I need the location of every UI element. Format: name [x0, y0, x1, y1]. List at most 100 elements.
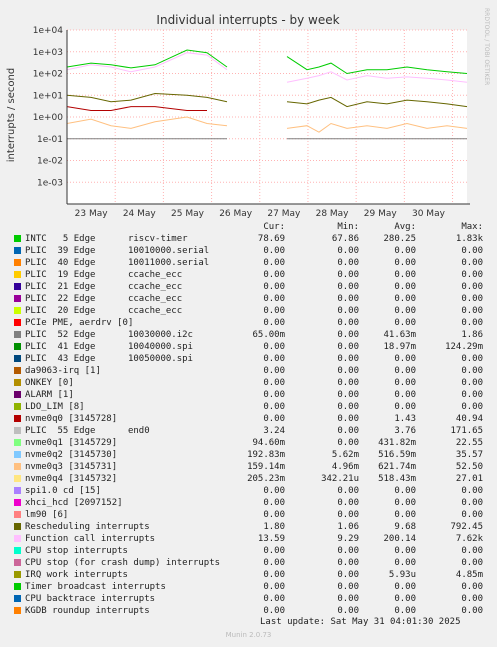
legend-max: 27.01 — [455, 474, 483, 484]
legend-cur: 65.00m — [252, 330, 285, 340]
legend-swatch — [14, 511, 21, 518]
legend-row: CPU stop interrupts 0.00 0.00 0.00 0.00 — [0, 545, 497, 557]
legend-label: nvme0q0 [3145728] — [25, 414, 118, 424]
legend-avg: 0.00 — [394, 318, 416, 328]
legend-cur: 1.80 — [263, 522, 285, 532]
legend-max: 792.45 — [450, 522, 483, 532]
legend-max: 1.86 — [461, 330, 483, 340]
legend-avg: 0.00 — [394, 390, 416, 400]
legend-min: 0.00 — [337, 330, 359, 340]
legend-label: Function call interrupts — [25, 534, 156, 544]
legend-swatch — [14, 559, 21, 566]
x-tick-label: 27 May — [267, 209, 301, 219]
legend-label: ALARM [1] — [25, 390, 74, 400]
legend-cur: 0.00 — [263, 546, 285, 556]
legend-cur: 13.59 — [257, 534, 285, 544]
legend-avg: 5.93u — [388, 570, 416, 580]
legend-row: PLIC 55 Edge end0 3.24 0.00 3.76 171.65 — [0, 425, 497, 437]
legend-row: PLIC 43 Edge 10050000.spi 0.00 0.00 0.00 0.0… — [0, 353, 497, 365]
munin-version: Munin 2.0.73 — [225, 631, 272, 639]
legend-swatch — [14, 415, 21, 422]
legend-row: da9063-irq [1] 0.00 0.00 0.00 0.00 — [0, 365, 497, 377]
legend-row: nvme0q0 [3145728] 0.00 0.00 1.43 40.94 — [0, 413, 497, 425]
legend-swatch — [14, 595, 21, 602]
legend-cur: 0.00 — [263, 606, 285, 616]
legend-max: 0.00 — [461, 258, 483, 268]
legend-swatch — [14, 379, 21, 386]
legend-cur: 0.00 — [263, 414, 285, 424]
legend-label: Timer broadcast interrupts — [25, 582, 166, 592]
col-header-cur: Cur: — [263, 222, 285, 232]
legend-min: 0.00 — [337, 510, 359, 520]
legend-swatch — [14, 499, 21, 506]
legend-avg: 0.00 — [394, 510, 416, 520]
legend-row: CPU stop (for crash dump) interrupts 0.00… — [0, 557, 497, 569]
legend-row: nvme0q3 [3145731] 159.14m 4.96m 621.74m 52.5… — [0, 461, 497, 473]
legend-cur: 0.00 — [263, 402, 285, 412]
legend-avg: 0.00 — [394, 546, 416, 556]
legend-cur: 0.00 — [263, 306, 285, 316]
legend-label: PLIC 21 Edge ccache_ecc — [25, 282, 183, 292]
legend-avg: 9.68 — [394, 522, 416, 532]
legend-swatch — [14, 259, 21, 266]
legend-row: PLIC 19 Edge ccache_ecc 0.00 0.00 0.00 0.00 — [0, 269, 497, 281]
legend-row: IRQ work interrupts 0.00 0.00 5.93u 4.85m — [0, 569, 497, 581]
legend-row: xhci_hcd [2097152] 0.00 0.00 0.00 0.00 — [0, 497, 497, 509]
legend-swatch — [14, 247, 21, 254]
legend-label: nvme0q2 [3145730] — [25, 450, 118, 460]
legend-cur: 94.60m — [252, 438, 285, 448]
x-tick-label: 30 May — [412, 209, 446, 219]
legend-row: PLIC 40 Edge 10011000.serial 0.00 0.00 0.00… — [0, 257, 497, 269]
legend-avg: 431.82m — [378, 438, 416, 448]
legend-min: 0.00 — [337, 258, 359, 268]
legend-avg: 18.97m — [383, 342, 416, 352]
legend-min: 0.00 — [337, 558, 359, 568]
legend-max: 22.55 — [455, 438, 483, 448]
legend-avg: 1.43 — [394, 414, 416, 424]
legend-min: 0.00 — [337, 570, 359, 580]
legend-cur: 0.00 — [263, 558, 285, 568]
x-tick-label: 25 May — [171, 209, 205, 219]
legend-max: 0.00 — [461, 390, 483, 400]
legend-max: 0.00 — [461, 546, 483, 556]
y-tick-label: 1e-03 — [37, 178, 63, 188]
legend-max: 0.00 — [461, 594, 483, 604]
legend-min: 0.00 — [337, 246, 359, 256]
legend-swatch — [14, 331, 21, 338]
legend-max: 0.00 — [461, 486, 483, 496]
legend-row: spi1.0 cd [15] 0.00 0.00 0.00 0.00 — [0, 485, 497, 497]
legend-max: 0.00 — [461, 498, 483, 508]
legend-max: 0.00 — [461, 306, 483, 316]
legend-min: 9.29 — [337, 534, 359, 544]
y-axis-label: interrupts / second — [6, 68, 17, 162]
legend-cur: 0.00 — [263, 258, 285, 268]
legend-avg: 0.00 — [394, 354, 416, 364]
legend-label: nvme0q1 [3145729] — [25, 438, 118, 448]
legend-max: 0.00 — [461, 366, 483, 376]
legend-cur: 192.83m — [247, 450, 285, 460]
legend-min: 0.00 — [337, 270, 359, 280]
legend-cur: 0.00 — [263, 498, 285, 508]
legend-row: nvme0q2 [3145730] 192.83m 5.62m 516.59m 35.5… — [0, 449, 497, 461]
legend-max: 35.57 — [455, 450, 483, 460]
legend-swatch — [14, 475, 21, 482]
legend-min: 0.00 — [337, 582, 359, 592]
legend-max: 0.00 — [461, 378, 483, 388]
legend-min: 342.21u — [321, 474, 359, 484]
legend-max: 52.50 — [455, 462, 483, 472]
y-tick-label: 1e+00 — [33, 113, 64, 123]
legend-row: Timer broadcast interrupts 0.00 0.00 0.00 0.… — [0, 581, 497, 593]
legend-label: PLIC 43 Edge 10050000.spi — [25, 354, 193, 364]
legend-cur: 0.00 — [263, 354, 285, 364]
chart-title: Individual interrupts - by week — [156, 13, 339, 27]
legend-swatch — [14, 355, 21, 362]
legend-label: PLIC 22 Edge ccache_ecc — [25, 294, 183, 304]
legend-row: Function call interrupts 13.59 9.29 200.14 7… — [0, 533, 497, 545]
legend-swatch — [14, 367, 21, 374]
legend-label: KGDB roundup interrupts — [25, 606, 150, 616]
legend-max: 0.00 — [461, 558, 483, 568]
legend-min: 0.00 — [337, 306, 359, 316]
x-tick-label: 23 May — [75, 209, 109, 219]
legend-avg: 0.00 — [394, 582, 416, 592]
legend-cur: 205.23m — [247, 474, 285, 484]
